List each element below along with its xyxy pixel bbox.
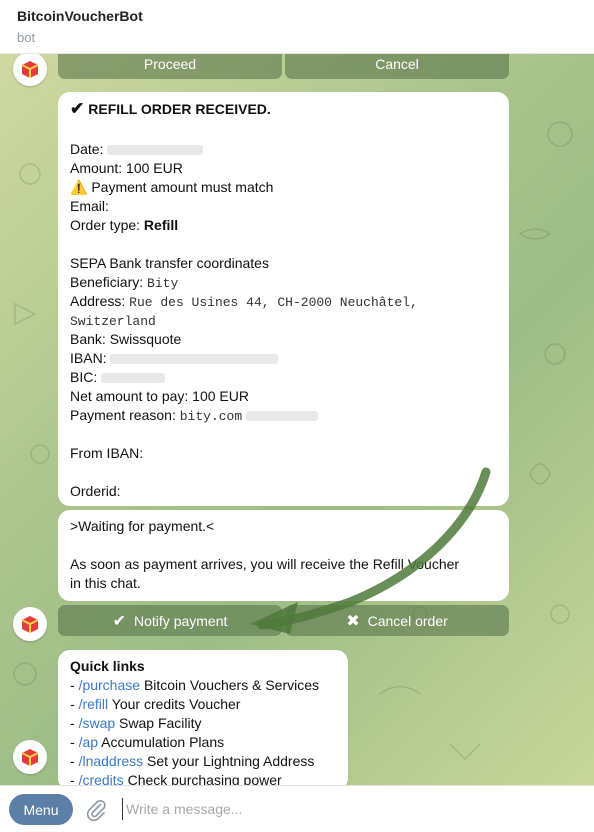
date-label: Date:	[70, 141, 104, 157]
menu-button[interactable]: Menu	[9, 794, 73, 825]
address-value-1[interactable]: Rue des Usines 44, CH-2000 Neuchâtel,	[129, 295, 418, 310]
quick-link-item: - /ap Accumulation Plans	[70, 734, 225, 750]
inline-keyboard-bottom: ✔ Notify payment ✖ Cancel order	[58, 605, 509, 636]
bic-label: BIC:	[70, 369, 98, 385]
waiting-message[interactable]: >Waiting for payment.< As soon as paymen…	[58, 510, 509, 601]
warning-line: ⚠️ Payment amount must match	[70, 178, 497, 197]
lnaddress-command-link[interactable]: /lnaddress	[79, 753, 144, 769]
beneficiary-value[interactable]: Bity	[147, 276, 178, 291]
bot-avatar[interactable]	[13, 740, 47, 774]
quick-links-message[interactable]: Quick links - /purchase Bitcoin Vouchers…	[58, 650, 348, 785]
quick-links-heading: Quick links	[70, 658, 145, 674]
quick-link-text: Check purchasing power	[127, 772, 282, 785]
menu-label: Menu	[23, 801, 59, 818]
credits-command-link[interactable]: /credits	[79, 772, 124, 785]
date-line: Date:	[70, 140, 497, 159]
order-message[interactable]: ✔ REFILL ORDER RECEIVED. Date: Amount: 10…	[58, 92, 509, 506]
reason-value[interactable]: bity.com	[180, 409, 242, 424]
chat-header[interactable]: BitcoinVoucherBot bot	[0, 0, 594, 54]
order-type-value: Refill	[143, 217, 179, 233]
bot-avatar[interactable]	[13, 607, 47, 641]
chat-title: BitcoinVoucherBot	[17, 8, 143, 24]
quick-link-item: - /lnaddress Set your Lightning Address	[70, 753, 315, 769]
bot-logo-icon	[13, 607, 47, 641]
reason-line: Payment reason: bity.com	[70, 406, 497, 425]
address-line: Address: Rue des Usines 44, CH-2000 Neuc…	[70, 292, 497, 311]
quick-link-item: - /credits Check purchasing power	[70, 771, 336, 785]
address-label: Address:	[70, 293, 126, 309]
order-type-label: Order type:	[70, 217, 141, 233]
cancel-label: Cancel	[375, 55, 419, 72]
orderid-line: Orderid:	[70, 483, 121, 499]
swap-command-link[interactable]: /swap	[79, 715, 116, 731]
address-value-2[interactable]: Switzerland	[70, 314, 156, 329]
reason-redacted	[246, 411, 319, 422]
from-iban-line: From IBAN:	[70, 445, 144, 461]
inline-keyboard-top: Proceed Cancel	[58, 54, 509, 79]
beneficiary-line: Beneficiary: Bity	[70, 273, 497, 292]
check-icon: ✔	[70, 99, 85, 118]
order-heading: REFILL ORDER RECEIVED.	[88, 101, 271, 117]
iban-redacted	[110, 354, 279, 365]
check-icon: ✔	[112, 612, 127, 630]
email-line: Email:	[70, 198, 109, 214]
cancel-order-button[interactable]: ✖ Cancel order	[285, 605, 509, 636]
cancel-order-label: Cancel order	[367, 612, 448, 629]
quick-link-item: - /refill Your credits Voucher	[70, 696, 241, 712]
waiting-status: >Waiting for payment.<	[70, 518, 215, 534]
net-amount-line: Net amount to pay: 100 EUR	[70, 388, 249, 404]
bot-logo-icon	[13, 740, 47, 774]
notify-payment-label: Notify payment	[134, 612, 228, 629]
quick-link-text: Bitcoin Vouchers & Services	[143, 677, 320, 693]
message-composer: Menu	[0, 785, 594, 832]
refill-command-link[interactable]: /refill	[79, 696, 109, 712]
warning-text: Payment amount must match	[91, 179, 274, 195]
quick-link-text: Accumulation Plans	[101, 734, 225, 750]
warning-icon: ⚠️	[70, 179, 88, 195]
quick-link-text: Swap Facility	[119, 715, 202, 731]
cancel-button[interactable]: Cancel	[285, 54, 509, 79]
waiting-info-2: in this chat.	[70, 575, 141, 591]
message-input[interactable]	[122, 798, 562, 820]
order-heading-line: ✔ REFILL ORDER RECEIVED.	[70, 99, 497, 121]
bic-line: BIC:	[70, 368, 497, 387]
iban-label: IBAN:	[70, 350, 107, 366]
address-line-2: Switzerland	[70, 311, 497, 330]
amount-line: Amount: 100 EUR	[70, 160, 183, 176]
proceed-label: Proceed	[143, 55, 197, 72]
waiting-info-1: As soon as payment arrives, you will rec…	[70, 556, 460, 572]
reason-label: Payment reason:	[70, 407, 176, 423]
bic-redacted	[101, 373, 166, 384]
date-redacted	[107, 145, 204, 156]
notify-payment-button[interactable]: ✔ Notify payment	[58, 605, 282, 636]
proceed-button[interactable]: Proceed	[58, 54, 282, 79]
sepa-heading: SEPA Bank transfer coordinates	[70, 255, 269, 271]
purchase-command-link[interactable]: /purchase	[79, 677, 140, 693]
bank-line: Bank: Swissquote	[70, 331, 182, 347]
ap-command-link[interactable]: /ap	[79, 734, 98, 750]
quick-link-text: Your credits Voucher	[111, 696, 241, 712]
cross-icon: ✖	[346, 612, 360, 630]
chat-subtitle: bot	[17, 30, 36, 45]
quick-link-text: Set your Lightning Address	[147, 753, 315, 769]
order-type-line: Order type: Refill	[70, 216, 497, 235]
paperclip-icon[interactable]	[84, 798, 108, 822]
beneficiary-label: Beneficiary:	[70, 274, 144, 290]
quick-link-item: - /purchase Bitcoin Vouchers & Services	[70, 677, 320, 693]
chat-area[interactable]: Proceed Cancel ✔ REFILL ORDER RECEIVED. D…	[0, 54, 594, 785]
iban-line: IBAN:	[70, 349, 497, 368]
quick-link-item: - /swap Swap Facility	[70, 715, 202, 731]
